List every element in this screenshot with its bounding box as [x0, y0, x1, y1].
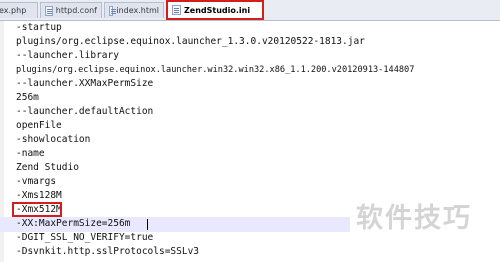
code-line: -showlocation: [16, 134, 91, 145]
code-line: -vmargs: [16, 176, 57, 187]
code-line: plugins/org.eclipse.equinox.launcher.win…: [16, 65, 415, 75]
code-line: -Xms128M: [16, 190, 62, 201]
code-line: 256m: [16, 92, 39, 103]
code-line: --launcher.XXMaxPermSize: [16, 78, 154, 89]
text-caret: [147, 219, 148, 230]
tab-index-html[interactable]: index.html: [104, 2, 164, 18]
code-line: --launcher.library: [16, 50, 119, 61]
file-icon: [109, 5, 117, 16]
code-line: -XX:MaxPermSize=256m: [16, 218, 131, 229]
file-icon: [45, 5, 53, 16]
tab-label: ZendStudio.ini: [184, 5, 251, 15]
code-line: openFile: [16, 120, 62, 131]
xmx-highlight-box: [12, 202, 62, 217]
tab-httpd-conf[interactable]: httpd.conf: [40, 2, 102, 18]
tab-zendstudio-ini[interactable]: ZendStudio.ini: [166, 0, 264, 20]
code-line: plugins/org.eclipse.equinox.launcher_1.3…: [16, 36, 365, 47]
tab-label: ex.php: [0, 6, 27, 15]
code-line: Zend Studio: [16, 162, 79, 173]
watermark: 软件技巧: [356, 203, 472, 234]
editor-tab-bar: ex.php httpd.conf index.html ZendStudio.…: [0, 0, 500, 21]
code-line: --launcher.defaultAction: [16, 106, 154, 117]
code-line: -startup: [16, 22, 62, 33]
code-line: -DGIT_SSL_NO_VERIFY=true: [16, 232, 154, 243]
tab-label: index.html: [116, 6, 159, 15]
code-line: -Dsvnkit.http.sslProtocols=SSLv3: [16, 246, 200, 257]
file-icon: [172, 5, 181, 15]
code-line: -name: [16, 148, 45, 159]
tab-label: httpd.conf: [55, 6, 97, 15]
tab-ex-php[interactable]: ex.php: [0, 2, 38, 18]
